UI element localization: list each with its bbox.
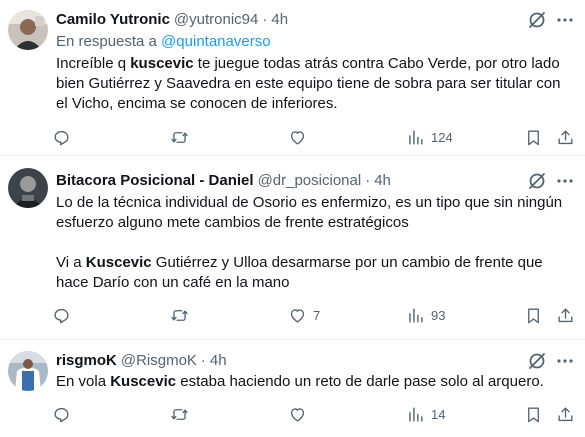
repost-icon bbox=[171, 131, 188, 143]
reply-button[interactable] bbox=[52, 403, 77, 425]
text-line: esfuerzo alguno mete cambios de frente e… bbox=[56, 214, 409, 231]
like-button[interactable] bbox=[288, 403, 313, 425]
bookmark-button[interactable] bbox=[524, 403, 543, 425]
tweet-text: Increíble q kuscevic te juegue todas atr… bbox=[56, 54, 581, 114]
repost-icon bbox=[171, 309, 188, 321]
tweet[interactable]: risgmoK @RisgmoK · 4h En vola Kuscevic e… bbox=[0, 340, 585, 437]
share-button[interactable] bbox=[556, 126, 575, 148]
tweet-header: risgmoK @RisgmoK · 4h bbox=[56, 350, 227, 370]
avatar[interactable] bbox=[8, 168, 48, 208]
reply-mention[interactable]: @quintanaverso bbox=[161, 33, 270, 50]
timestamp[interactable]: 4h bbox=[374, 172, 391, 189]
highlighted-keyword: kuscevic bbox=[130, 55, 194, 72]
author-name[interactable]: risgmoK bbox=[56, 352, 117, 369]
tweet-header: Camilo Yutronic @yutronic94 · 4h bbox=[56, 9, 288, 29]
views-button[interactable]: 124 bbox=[406, 126, 453, 148]
author-handle[interactable]: @yutronic94 bbox=[174, 11, 258, 28]
repost-icon bbox=[171, 408, 188, 420]
reply-prefix: En respuesta a bbox=[56, 33, 157, 50]
timestamp[interactable]: 4h bbox=[271, 11, 288, 28]
bookmark-button[interactable] bbox=[524, 126, 543, 148]
views-icon bbox=[409, 406, 423, 422]
text-line bbox=[56, 233, 581, 253]
grok-icon[interactable] bbox=[527, 171, 547, 191]
author-name[interactable]: Camilo Yutronic bbox=[56, 11, 170, 28]
views-icon bbox=[409, 307, 423, 323]
views-count: 14 bbox=[431, 406, 446, 422]
bookmark-button[interactable] bbox=[524, 304, 543, 326]
share-button[interactable] bbox=[556, 304, 575, 326]
reply-context: En respuesta a @quintanaverso bbox=[56, 33, 271, 50]
more-icon[interactable] bbox=[555, 171, 575, 191]
repost-button[interactable] bbox=[170, 403, 195, 425]
text-line: En vola Kuscevic estaba haciendo un reto… bbox=[56, 373, 544, 390]
like-icon bbox=[290, 308, 305, 323]
author-handle[interactable]: @RisgmoK bbox=[121, 352, 197, 369]
highlighted-keyword: Kuscevic bbox=[85, 254, 152, 271]
tweet-text: Lo de la técnica individual de Osorio es… bbox=[56, 193, 581, 293]
views-count: 124 bbox=[431, 129, 453, 145]
text-line: bien Gutiérrez y Saavedra en este equipo… bbox=[56, 75, 561, 92]
separator: · bbox=[262, 10, 268, 28]
views-button[interactable]: 93 bbox=[406, 304, 445, 326]
reply-icon bbox=[54, 308, 69, 323]
like-count: 7 bbox=[313, 307, 321, 323]
like-icon bbox=[290, 130, 305, 145]
reply-icon bbox=[54, 130, 69, 145]
timestamp[interactable]: 4h bbox=[210, 352, 227, 369]
grok-icon[interactable] bbox=[527, 351, 547, 371]
tweet-header: Bitacora Posicional - Daniel @dr_posicio… bbox=[56, 170, 391, 190]
author-handle[interactable]: @dr_posicional bbox=[258, 172, 362, 189]
reply-button[interactable] bbox=[52, 304, 77, 326]
share-icon bbox=[558, 406, 573, 421]
tweet[interactable]: Camilo Yutronic @yutronic94 · 4h En resp… bbox=[0, 0, 585, 156]
tweet-text: En vola Kuscevic estaba haciendo un reto… bbox=[56, 372, 581, 392]
views-count: 93 bbox=[431, 307, 446, 323]
more-icon[interactable] bbox=[555, 10, 575, 30]
text-line: hace Darío con un café en la mano bbox=[56, 274, 290, 291]
text-line: Vi a Kuscevic Gutiérrez y Ulloa desarmar… bbox=[56, 254, 543, 271]
like-button[interactable]: 7 bbox=[288, 304, 320, 326]
tweet[interactable]: Bitacora Posicional - Daniel @dr_posicio… bbox=[0, 156, 585, 340]
reply-button[interactable] bbox=[52, 126, 77, 148]
grok-icon[interactable] bbox=[527, 10, 547, 30]
like-icon bbox=[290, 407, 305, 422]
repost-button[interactable] bbox=[170, 304, 195, 326]
action-bar: 124 bbox=[52, 126, 582, 148]
action-bar: 14 bbox=[52, 403, 582, 425]
bookmark-icon bbox=[528, 129, 539, 145]
text-line: Increíble q kuscevic te juegue todas atr… bbox=[56, 55, 560, 72]
views-icon bbox=[409, 129, 423, 145]
avatar[interactable] bbox=[8, 351, 48, 391]
avatar[interactable] bbox=[8, 10, 48, 50]
share-icon bbox=[558, 307, 573, 322]
bookmark-icon bbox=[528, 406, 539, 422]
like-button[interactable] bbox=[288, 126, 313, 148]
share-button[interactable] bbox=[556, 403, 575, 425]
reply-icon bbox=[54, 407, 69, 422]
bookmark-icon bbox=[528, 307, 539, 323]
action-bar: 7 93 bbox=[52, 304, 582, 326]
share-icon bbox=[558, 129, 573, 144]
repost-button[interactable] bbox=[170, 126, 195, 148]
author-name[interactable]: Bitacora Posicional - Daniel bbox=[56, 172, 254, 189]
text-line: Lo de la técnica individual de Osorio es… bbox=[56, 194, 563, 211]
text-line: el Vicho, encima se conocen de inferiore… bbox=[56, 95, 338, 112]
more-icon[interactable] bbox=[555, 351, 575, 371]
views-button[interactable]: 14 bbox=[406, 403, 445, 425]
separator: · bbox=[200, 351, 206, 369]
highlighted-keyword: Kuscevic bbox=[110, 373, 177, 390]
separator: · bbox=[365, 171, 371, 189]
